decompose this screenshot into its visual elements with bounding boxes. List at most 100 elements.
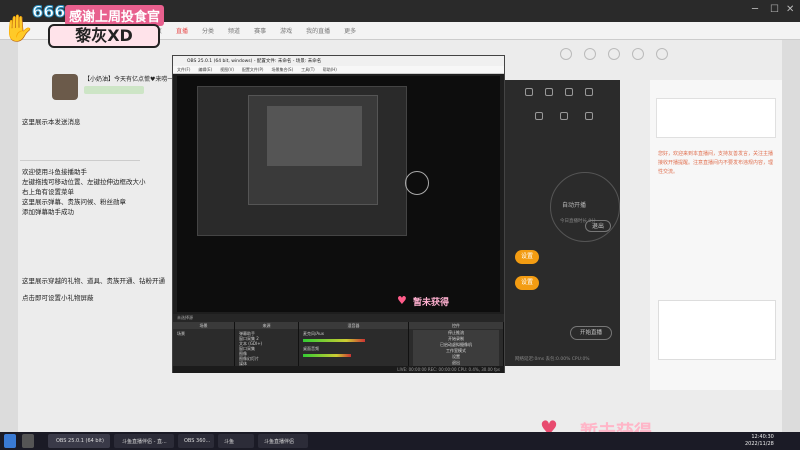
sources-dock-title: 来源	[235, 322, 298, 329]
auto-live-label: 自动开播	[562, 202, 587, 209]
settings-icon[interactable]	[525, 88, 533, 96]
chat-line: 点击即可设置小礼物屏蔽	[22, 294, 94, 302]
audio-meter	[303, 354, 351, 357]
recursive-capture	[197, 86, 407, 236]
bell-icon[interactable]	[585, 112, 593, 120]
nav-item[interactable]: 赛事	[254, 26, 266, 38]
live-duration: 今日直播时长 0分	[560, 219, 596, 224]
chat-line: 添加弹幕助手成功	[22, 208, 74, 216]
ad-card[interactable]	[656, 98, 776, 138]
network-status: 网络延迟:0ms 丢包:0.00% CPU:0%	[515, 357, 590, 362]
sources-dock: 来源 弹幕助手 窗口采集 2 文本 (GDI+) 窗口采集 图像 图像幻灯片 媒…	[235, 322, 299, 366]
menu-view[interactable]: 视图(V)	[220, 67, 234, 73]
recursive-capture-inner	[248, 95, 378, 205]
taskbar-douyu[interactable]: 斗鱼	[218, 434, 254, 448]
mixer-channel-label: 桌面音频	[303, 346, 319, 351]
menu-tools[interactable]: 工具(T)	[301, 67, 315, 73]
taskbar-clock[interactable]: 12:40:30 2022/11/28	[745, 434, 774, 448]
taskbar-douyu-assistant[interactable]: 斗鱼直播伴侣 - 直...	[114, 434, 174, 448]
stream-assistant-panel: 退出 自动开播 今日直播时长 0分 设置 设置 开始直播 网络延迟:0ms 丢包…	[505, 80, 620, 366]
chat-line: 这里展示弹幕、贵族问候、粉丝勋章	[22, 198, 126, 206]
nav-item[interactable]: 游戏	[280, 26, 292, 38]
windows-start-icon[interactable]	[4, 434, 16, 448]
obs-menu-items: 文件(F) 编辑(E) 视图(V) 配置文件(P) 场景集合(S) 工具(T) …	[177, 67, 337, 73]
nav-item[interactable]: 我的直播	[306, 26, 330, 38]
room-title: 【小奶油】今天有亿点慌♥来唠一下	[84, 76, 180, 83]
chat-line: 这里展示穿越的礼物、道具、贵族开通、钻粉开通	[22, 277, 165, 285]
user-avatar-icon[interactable]	[656, 48, 668, 60]
download-icon[interactable]	[584, 48, 596, 60]
chat-input-box[interactable]	[658, 300, 776, 360]
start-live-button[interactable]: 开始直播	[570, 326, 612, 340]
room-avatar[interactable]	[52, 74, 78, 100]
scenes-dock: 场景 场景	[173, 322, 235, 366]
streamer-name: 黎灰XD	[48, 24, 160, 48]
clock-date: 2022/11/28	[745, 441, 774, 447]
mixer-channel-label: 麦克风/Aux	[303, 331, 324, 336]
taskbar-label: 斗鱼直播伴侣 - 直...	[122, 439, 167, 445]
menu-file[interactable]: 文件(F)	[177, 67, 190, 73]
nav-item[interactable]: 频道	[228, 26, 240, 38]
source-toolbar: 未选择源	[173, 314, 504, 322]
setting-button[interactable]: 设置	[515, 250, 539, 264]
setting-button[interactable]: 设置	[515, 276, 539, 290]
obs-status-text: LIVE: 00:00:00 REC: 00:00:00 CPU: 0.4%, …	[397, 367, 500, 372]
taskbar-obs360[interactable]: OBS 360...	[178, 434, 214, 448]
nav-item[interactable]: 更多	[344, 26, 356, 38]
preview-circle	[405, 171, 429, 195]
divider	[20, 160, 140, 161]
announcement-text: 您好，欢迎来到本直播间，支持友善发言，关注主播接收开播提醒。注意直播间内不要发布…	[658, 151, 774, 175]
obs-docks: 场景 场景 来源 弹幕助手 窗口采集 2 文本 (GDI+) 窗口采集 图像 图…	[173, 322, 504, 366]
clock-time: 12:40:30	[751, 434, 774, 440]
nav-icon-row	[560, 48, 720, 68]
taskbar-label: 斗鱼	[224, 439, 235, 445]
site-nav: 首页 直播 分类 频道 赛事 游戏 我的直播 更多	[150, 26, 590, 38]
maximize-icon[interactable]: ☐	[770, 4, 779, 15]
obs-window: OBS 25.0.1 (64 bit, windows) - 配置文件: 未命名…	[172, 55, 505, 373]
close-icon[interactable]: ✕	[786, 4, 794, 15]
controls-dock-title: 控件	[409, 322, 503, 329]
taskbar-label: 斗鱼直播伴侣	[264, 439, 295, 445]
recursive-capture-innermost	[267, 106, 362, 166]
mail-icon[interactable]	[565, 88, 573, 96]
overlay-number: 666	[31, 2, 66, 22]
gift-icon[interactable]	[632, 48, 644, 60]
taskbar: OBS 25.0.1 (64 bit) 斗鱼直播伴侣 - 直... OBS 36…	[0, 432, 800, 450]
scenes-dock-title: 场景	[173, 322, 234, 329]
room-tag	[84, 86, 144, 94]
history-icon[interactable]	[560, 48, 572, 60]
audio-meter	[303, 339, 365, 342]
nav-item-live[interactable]: 直播	[176, 26, 188, 38]
heart-icon: ♥	[397, 294, 407, 307]
preview-unobtained-text: 暂未获得	[413, 298, 450, 308]
skin-icon[interactable]	[545, 88, 553, 96]
share-icon[interactable]	[560, 112, 568, 120]
obs-titlebar: OBS 25.0.1 (64 bit, windows) - 配置文件: 未命名…	[173, 56, 504, 66]
chat-line: 这里展示本发送消息	[22, 118, 81, 126]
nav-item[interactable]: 分类	[202, 26, 214, 38]
search-icon[interactable]	[22, 434, 34, 448]
scene-item[interactable]: 场景	[177, 331, 185, 337]
overlay-banner: 666 感谢上周投食官	[30, 2, 200, 26]
menu-icon[interactable]	[585, 88, 593, 96]
taskbar-label: OBS 25.0.1 (64 bit)	[56, 438, 104, 444]
lock-icon[interactable]	[535, 112, 543, 120]
chat-line: 左键拖拽可移动位置、左键拉伸边框改大小	[22, 178, 146, 186]
taskbar-douyu-live[interactable]: 斗鱼直播伴侣	[258, 434, 308, 448]
menu-scene-collection[interactable]: 场景集合(S)	[271, 67, 293, 73]
overlay-thanks: 感谢上周投食官	[65, 5, 165, 26]
chat-line: 欢迎使用斗鱼接播助手	[22, 168, 87, 176]
mixer-dock: 混音器 麦克风/Aux 桌面音频	[299, 322, 409, 366]
menu-help[interactable]: 帮助(H)	[323, 67, 337, 73]
minimize-icon[interactable]: ─	[752, 4, 758, 15]
taskbar-obs[interactable]: OBS 25.0.1 (64 bit)	[48, 434, 110, 448]
menu-edit[interactable]: 编辑(E)	[198, 67, 212, 73]
chat-line: 右上角有设置菜单	[22, 188, 74, 196]
menu-profile[interactable]: 配置文件(P)	[242, 67, 264, 73]
hand-icon: ✋	[2, 14, 35, 44]
obs-statusbar: LIVE: 00:00:00 REC: 00:00:00 CPU: 0.4%, …	[173, 366, 504, 373]
source-toolbar-label: 未选择源	[177, 315, 193, 320]
obs-preview[interactable]: ♥ 暂未获得	[177, 76, 500, 312]
right-sidebar	[782, 40, 800, 432]
message-icon[interactable]	[608, 48, 620, 60]
